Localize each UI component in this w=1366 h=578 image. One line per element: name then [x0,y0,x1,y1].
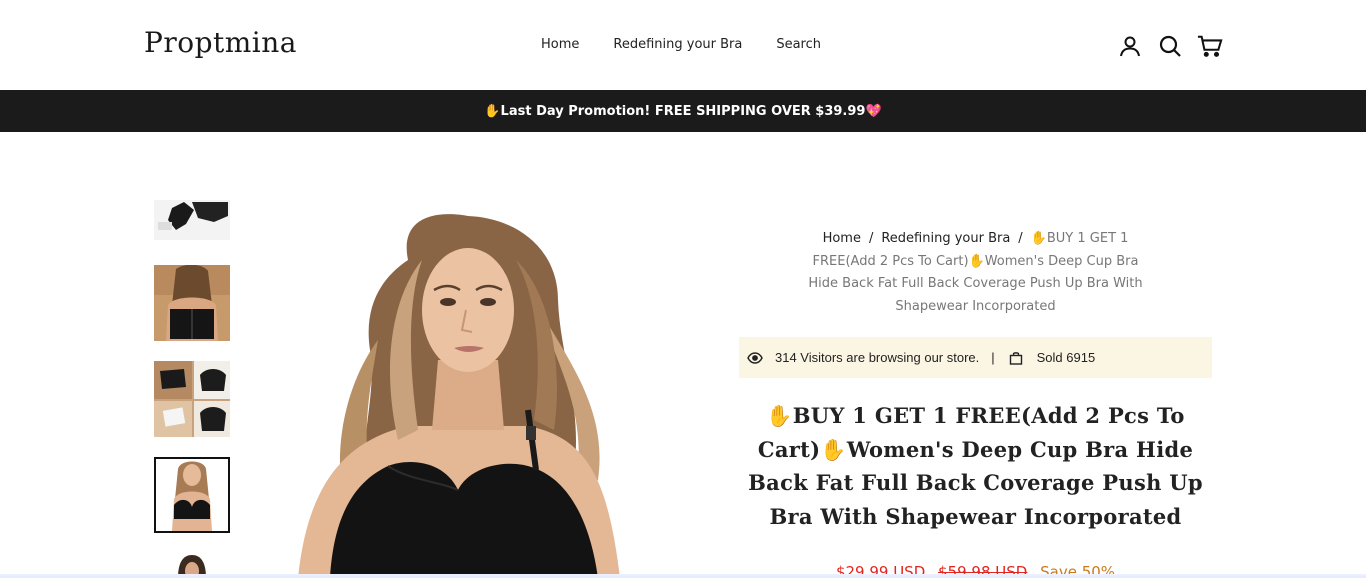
main-nav: Home Redefining your Bra Search [541,37,821,52]
breadcrumb-separator: / [1018,231,1023,246]
breadcrumb: Home / Redefining your Bra / ✋BUY 1 GET 1 FR… [739,228,1212,318]
breadcrumb-collection[interactable]: Redefining your Bra [881,231,1010,246]
thumbnail-2[interactable] [154,265,230,341]
header-icons [1117,33,1223,59]
announcement-text: ✋Last Day Promotion! FREE SHIPPING OVER … [484,103,882,119]
breadcrumb-home[interactable]: Home [823,231,861,246]
thumbnail-1[interactable] [154,200,230,240]
visitors-text: 314 Visitors are browsing our store. [775,350,980,365]
search-icon[interactable] [1157,33,1183,59]
store-stats-bar: 314 Visitors are browsing our store. | S… [739,337,1212,378]
logo[interactable]: Proptmina [144,26,297,59]
account-icon[interactable] [1117,33,1143,59]
site-header: Proptmina Home Redefining your Bra Searc… [0,0,1366,90]
shopping-bag-icon [1009,351,1023,365]
stats-divider: | [991,350,995,365]
bottom-edge [0,574,1366,578]
main-product-image[interactable] [258,190,678,578]
announcement-bar: ✋Last Day Promotion! FREE SHIPPING OVER … [0,90,1366,132]
product-info: Home / Redefining your Bra / ✋BUY 1 GET 1 FR… [739,228,1212,578]
product-title: ✋BUY 1 GET 1 FREE(Add 2 Pcs To Cart)✋Wom… [748,403,1203,529]
sold-count: Sold 6915 [1036,350,1096,365]
eye-icon [747,351,763,364]
thumbnail-4[interactable] [154,457,230,533]
nav-redefining-your-bra[interactable]: Redefining your Bra [613,37,742,52]
breadcrumb-separator: / [868,231,874,246]
cart-icon[interactable] [1197,33,1223,59]
thumbnail-3[interactable] [154,361,230,437]
nav-search[interactable]: Search [776,37,821,52]
nav-home[interactable]: Home [541,37,579,52]
